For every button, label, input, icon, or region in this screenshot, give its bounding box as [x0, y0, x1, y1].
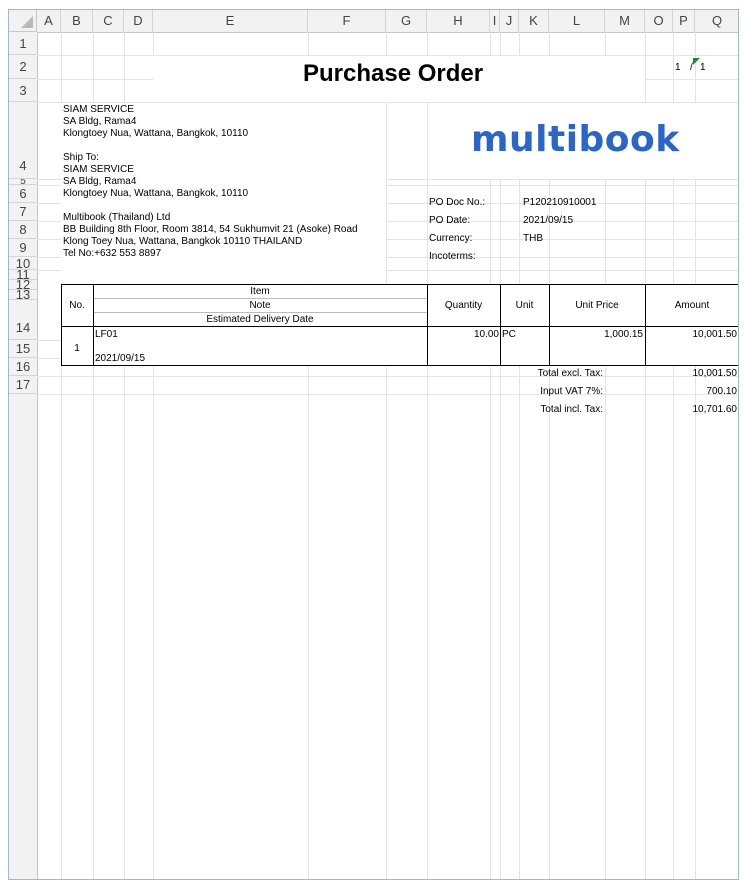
- line-quantity: 10.00: [473, 329, 499, 340]
- comment-indicator-icon[interactable]: [693, 58, 700, 65]
- row-header-14[interactable]: 14: [9, 300, 37, 340]
- column-header-q[interactable]: Q: [695, 10, 738, 32]
- ship-to-label: Ship To:: [63, 152, 99, 163]
- po-date-value: 2021/09/15: [523, 215, 574, 226]
- row-header-9[interactable]: 9: [9, 239, 37, 257]
- column-header-bar: A B C D E F G H I J K L M O P Q: [9, 10, 738, 33]
- line-amount: 10,001.50: [692, 329, 738, 340]
- row-header-17[interactable]: 17: [9, 376, 37, 394]
- column-header-p[interactable]: P: [673, 10, 695, 32]
- spreadsheet-window: A B C D E F G H I J K L M O P Q 1 2 3 4 …: [8, 9, 739, 880]
- row-header-13[interactable]: 13: [9, 288, 37, 301]
- line-delivery-date: 2021/09/15: [95, 353, 146, 364]
- line-unit: PC: [502, 329, 516, 340]
- header-no: No.: [69, 300, 85, 311]
- row-header-8[interactable]: 8: [9, 221, 37, 239]
- buyer-address-1: BB Building 8th Floor, Room 3814, 54 Suk…: [63, 224, 358, 235]
- row-header-2[interactable]: 2: [9, 55, 37, 79]
- header-unit-price: Unit Price: [575, 300, 619, 311]
- po-doc-no-value: P120210910001: [523, 197, 597, 208]
- column-header-j[interactable]: J: [500, 10, 519, 32]
- ship-to-address-2: Klongtoey Nua, Wattana, Bangkok, 10110: [63, 188, 249, 199]
- page-total: 1: [700, 62, 706, 73]
- column-header-l[interactable]: L: [549, 10, 605, 32]
- input-vat-label: Input VAT 7%:: [540, 386, 603, 397]
- column-header-a[interactable]: A: [37, 10, 61, 32]
- column-header-m[interactable]: M: [605, 10, 645, 32]
- currency-value: THB: [523, 233, 543, 244]
- select-all-button[interactable]: [9, 10, 37, 32]
- total-incl-tax-value: 10,701.60: [692, 404, 738, 415]
- row-header-1[interactable]: 1: [9, 32, 37, 55]
- company-logo: multibook: [471, 119, 680, 160]
- page-title: Purchase Order: [303, 60, 484, 87]
- header-quantity: Quantity: [444, 300, 483, 311]
- row-header-3[interactable]: 3: [9, 79, 37, 102]
- header-note: Note: [249, 300, 271, 311]
- vendor-address-1: SA Bldg, Rama4: [63, 116, 137, 127]
- header-amount: Amount: [674, 300, 710, 311]
- column-header-k[interactable]: K: [519, 10, 549, 32]
- line-no: 1: [74, 343, 80, 354]
- row-header-4[interactable]: 4: [9, 102, 37, 179]
- row-header-15[interactable]: 15: [9, 340, 37, 358]
- column-header-f[interactable]: F: [308, 10, 386, 32]
- currency-label: Currency:: [429, 233, 473, 244]
- column-header-b[interactable]: B: [61, 10, 93, 32]
- buyer-address-2: Klong Toey Nua, Wattana, Bangkok 10110 T…: [63, 236, 303, 247]
- column-header-g[interactable]: G: [386, 10, 427, 32]
- buyer-name: Multibook (Thailand) Ltd: [63, 212, 171, 223]
- total-excl-tax-value: 10,001.50: [692, 368, 738, 379]
- row-header-bar: 1 2 3 4 5 6 7 8 9 10 11 12 13 14 15 16 1…: [9, 32, 38, 879]
- incoterms-label: Incoterms:: [429, 251, 476, 262]
- header-item: Item: [250, 286, 270, 297]
- column-header-i[interactable]: I: [490, 10, 500, 32]
- input-vat-value: 700.10: [706, 386, 737, 397]
- column-header-o[interactable]: O: [645, 10, 673, 32]
- po-date-label: PO Date:: [429, 215, 471, 226]
- po-doc-no-label: PO Doc No.:: [429, 197, 486, 208]
- ship-to-address-1: SA Bldg, Rama4: [63, 176, 137, 187]
- header-delivery-date: Estimated Delivery Date: [206, 314, 314, 325]
- column-header-h[interactable]: H: [427, 10, 490, 32]
- vendor-address-2: Klongtoey Nua, Wattana, Bangkok, 10110: [63, 128, 249, 139]
- line-item-code: LF01: [95, 329, 118, 340]
- column-header-e[interactable]: E: [153, 10, 308, 32]
- header-unit: Unit: [515, 300, 534, 311]
- vendor-name: SIAM SERVICE: [63, 104, 134, 115]
- column-header-d[interactable]: D: [124, 10, 153, 32]
- page-number: 1: [675, 62, 681, 73]
- buyer-phone: Tel No:+632 553 8897: [63, 248, 162, 259]
- total-incl-tax-label: Total incl. Tax:: [540, 404, 603, 415]
- total-excl-tax-label: Total excl. Tax:: [537, 368, 603, 379]
- row-header-6[interactable]: 6: [9, 185, 37, 203]
- ship-to-name: SIAM SERVICE: [63, 164, 134, 175]
- row-header-7[interactable]: 7: [9, 203, 37, 221]
- line-unit-price: 1,000.15: [604, 329, 643, 340]
- column-header-c[interactable]: C: [93, 10, 124, 32]
- row-header-16[interactable]: 16: [9, 358, 37, 376]
